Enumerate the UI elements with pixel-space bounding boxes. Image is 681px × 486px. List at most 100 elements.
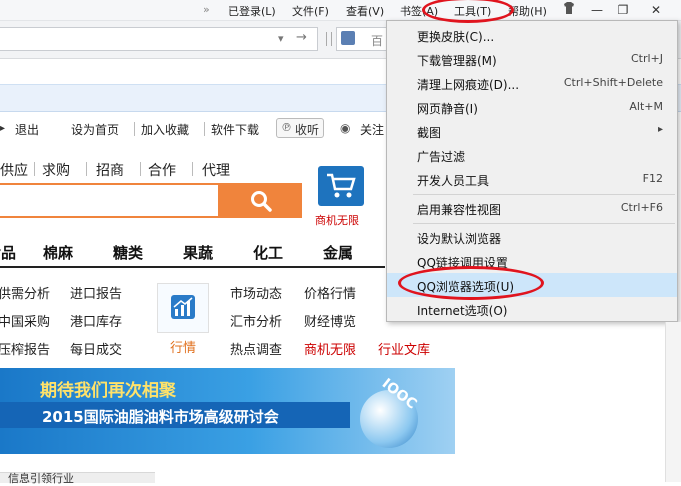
market-label[interactable]: 行情: [170, 337, 196, 356]
set-homepage-link[interactable]: 设为首页: [71, 121, 119, 138]
nav-food[interactable]: 食品: [0, 242, 16, 263]
menu-item-label: 下载管理器(M): [417, 54, 497, 68]
nav-sugar[interactable]: 糖类: [113, 242, 143, 263]
divider: [192, 162, 193, 176]
link-import-report[interactable]: 进口报告: [70, 283, 122, 302]
link-fx-analysis[interactable]: 汇市分析: [230, 311, 282, 330]
link-price-quotes[interactable]: 价格行情: [304, 283, 356, 302]
divider: [140, 162, 141, 176]
nav-cotton[interactable]: 棉麻: [43, 242, 73, 263]
category-cooperate[interactable]: 合作: [148, 160, 176, 180]
link-china-purchase[interactable]: 中国采购: [0, 311, 50, 330]
banner-headline: 期待我们再次相聚: [40, 381, 176, 401]
site-search-input[interactable]: [0, 183, 220, 218]
bottom-text: 信息引领行业: [8, 472, 74, 485]
menu-logged-in[interactable]: 已登录(L): [228, 3, 276, 19]
menu-separator: [413, 223, 675, 224]
menu-view[interactable]: 查看(V): [346, 3, 384, 19]
category-agent[interactable]: 代理: [202, 160, 230, 180]
menu-item-download-manager[interactable]: 下载管理器(M) Ctrl+J: [387, 47, 677, 71]
bar-chart-icon: [171, 295, 195, 319]
search-engine-hint: 百: [371, 34, 384, 48]
menu-item-shortcut: Ctrl+J: [630, 52, 663, 65]
menu-item-shortcut: Alt+M: [629, 100, 663, 113]
menu-item-label: 清理上网痕迹(D)...: [417, 78, 520, 92]
link-port-stock[interactable]: 港口库存: [70, 311, 122, 330]
menu-item-label: 截图: [417, 126, 442, 140]
shopping-cart-icon: [327, 173, 356, 198]
category-buy[interactable]: 求购: [42, 160, 70, 180]
link-hot-survey[interactable]: 热点调查: [230, 339, 282, 358]
cart-label[interactable]: 商机无限: [315, 212, 359, 228]
nav-fruit-veg[interactable]: 果蔬: [183, 242, 213, 263]
menu-file[interactable]: 文件(F): [292, 3, 329, 19]
menu-item-screenshot[interactable]: 截图 ▸: [387, 119, 677, 143]
conference-banner[interactable]: 期待我们再次相聚 2015国际油脂油料市场高级研讨会 IOOC: [0, 368, 455, 454]
listen-label: 收听: [295, 123, 320, 137]
menu-item-shortcut: F12: [642, 172, 663, 185]
url-input[interactable]: ▾ →: [0, 27, 318, 51]
menu-item-compat-view[interactable]: 启用兼容性视图 Ctrl+F6: [387, 196, 677, 220]
menu-item-label: 启用兼容性视图: [417, 203, 502, 217]
menu-item-mute-page[interactable]: 网页静音(I) Alt+M: [387, 95, 677, 119]
divider: [86, 162, 87, 176]
toolbar-grip: [326, 32, 332, 46]
software-download-link[interactable]: 软件下载: [211, 121, 259, 138]
submenu-arrow-icon: ▸: [657, 124, 663, 135]
menu-item-shortcut: Ctrl+Shift+Delete: [563, 76, 663, 89]
skin-icon[interactable]: [558, 1, 580, 19]
title-menu-bar: » 已登录(L) 文件(F) 查看(V) 书签(A) 工具(T) 帮助(H) —…: [0, 0, 681, 21]
menu-item-ad-filter[interactable]: 广告过滤: [387, 143, 677, 167]
divider: [34, 162, 35, 176]
divider: [204, 122, 205, 136]
menu-separator: [413, 194, 675, 195]
link-business-opps[interactable]: 商机无限: [304, 339, 356, 358]
weibo-follow-icon: ◉: [340, 121, 351, 135]
site-search-button[interactable]: [220, 183, 302, 218]
link-industry-library[interactable]: 行业文库: [378, 339, 430, 358]
logout-link[interactable]: 退出: [15, 121, 39, 138]
vertical-scrollbar[interactable]: [665, 322, 681, 482]
listen-button[interactable]: ℗ 收听: [276, 118, 324, 138]
category-invest[interactable]: 招商: [96, 160, 124, 180]
menu-item-default-browser[interactable]: 设为默认浏览器: [387, 225, 677, 249]
link-market-news[interactable]: 市场动态: [230, 283, 282, 302]
weibo-icon: ℗: [281, 121, 292, 134]
menu-item-dev-tools[interactable]: 开发人员工具 F12: [387, 167, 677, 191]
go-arrow-icon[interactable]: →: [296, 30, 307, 45]
add-favorite-link[interactable]: 加入收藏: [141, 121, 189, 138]
menu-item-label: 更换皮肤(C)...: [417, 30, 495, 44]
menu-item-internet-options[interactable]: Internet选项(O): [387, 297, 677, 321]
link-daily-deals[interactable]: 每日成交: [70, 339, 122, 358]
annotation-circle-qq-options: [398, 266, 544, 300]
minimize-button[interactable]: —: [586, 1, 608, 19]
menu-overflow-chevron[interactable]: »: [203, 3, 210, 16]
bullet-icon: ▸: [0, 123, 6, 134]
link-finance-expo[interactable]: 财经博览: [304, 311, 356, 330]
baidu-paw-icon[interactable]: [341, 31, 355, 45]
follow-link[interactable]: 关注: [360, 121, 384, 138]
nav-chemical[interactable]: 化工: [253, 242, 283, 263]
cart-button[interactable]: [318, 166, 364, 206]
menu-item-shortcut: Ctrl+F6: [620, 201, 663, 214]
banner-subheadline: 2015国际油脂油料市场高级研讨会: [42, 408, 279, 426]
menu-item-change-skin[interactable]: 更换皮肤(C)...: [387, 23, 677, 47]
menu-item-clear-history[interactable]: 清理上网痕迹(D)... Ctrl+Shift+Delete: [387, 71, 677, 95]
market-icon-tile[interactable]: [157, 283, 209, 333]
category-supply[interactable]: 供应: [0, 160, 28, 180]
restore-button[interactable]: ❐: [612, 1, 634, 19]
dropdown-arrow-icon[interactable]: ▾: [278, 32, 284, 45]
menu-item-label: 设为默认浏览器: [417, 232, 502, 246]
search-icon: [251, 191, 272, 212]
link-crush-report[interactable]: 压榨报告: [0, 339, 50, 358]
close-button[interactable]: ✕: [645, 1, 667, 19]
menu-item-label: Internet选项(O): [417, 304, 508, 318]
divider: [134, 122, 135, 136]
nav-underline: [0, 266, 385, 268]
menu-item-label: 广告过滤: [417, 150, 466, 164]
menu-item-label: 网页静音(I): [417, 102, 478, 116]
link-supply-analysis[interactable]: 供需分析: [0, 283, 50, 302]
menu-item-label: 开发人员工具: [417, 174, 490, 188]
bottom-strip: 信息引领行业: [0, 472, 155, 485]
nav-metal[interactable]: 金属: [323, 242, 353, 263]
